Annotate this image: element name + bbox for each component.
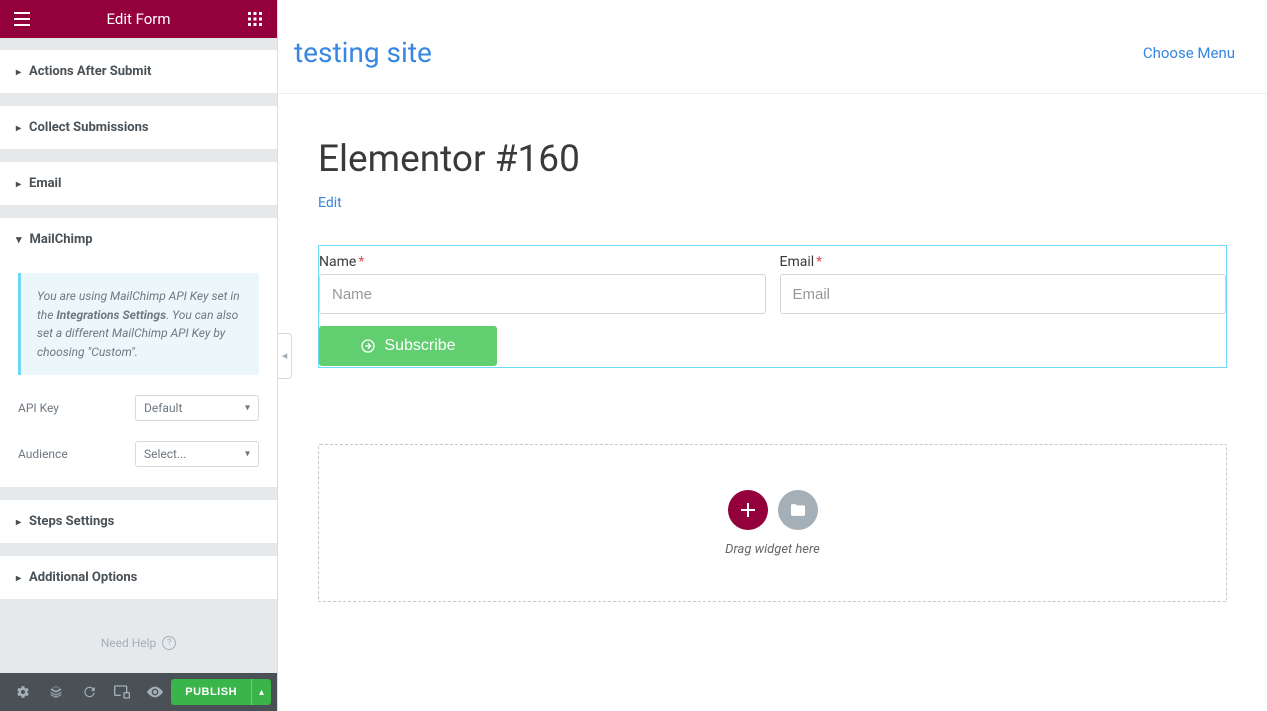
form-widget[interactable]: Name* Email* Subscribe — [318, 245, 1227, 368]
section-mailchimp: MailChimp You are using MailChimp API Ke… — [0, 218, 277, 488]
audience-row: Audience Select... — [18, 441, 259, 467]
header-collect-submissions[interactable]: Collect Submissions — [0, 106, 277, 149]
header-mailchimp[interactable]: MailChimp — [0, 218, 277, 261]
sidebar-collapse-handle[interactable]: ◂ — [278, 333, 292, 379]
menu-icon[interactable] — [10, 7, 34, 31]
body-mailchimp: You are using MailChimp API Key set in t… — [0, 261, 277, 487]
drop-zone-text: Drag widget here — [725, 542, 820, 557]
name-label: Name* — [319, 254, 766, 270]
label-mailchimp: MailChimp — [30, 232, 93, 247]
subscribe-label: Subscribe — [384, 337, 455, 355]
page-title: Elementor #160 — [318, 138, 1227, 181]
chevron-right-icon — [16, 176, 21, 191]
form-field-email: Email* — [780, 254, 1227, 314]
name-input[interactable] — [319, 274, 766, 314]
info-bold: Integrations Settings — [56, 308, 166, 322]
name-label-text: Name — [319, 254, 356, 270]
form-field-name: Name* — [319, 254, 766, 314]
header-steps-settings[interactable]: Steps Settings — [0, 500, 277, 543]
add-section-button[interactable] — [728, 490, 768, 530]
drop-zone[interactable]: Drag widget here — [318, 444, 1227, 602]
subscribe-button[interactable]: Subscribe — [319, 326, 497, 366]
label-collect-submissions: Collect Submissions — [29, 120, 149, 135]
audience-select[interactable]: Select... — [135, 441, 259, 467]
responsive-icon[interactable] — [105, 673, 138, 711]
preview-icon[interactable] — [138, 673, 171, 711]
sidebar-title: Edit Form — [34, 10, 243, 28]
chevron-right-icon — [16, 64, 21, 79]
preview-area: testing site Choose Menu Elementor #160 … — [278, 0, 1267, 711]
need-help-label: Need Help — [101, 636, 157, 650]
mailchimp-info-box: You are using MailChimp API Key set in t… — [18, 273, 259, 375]
label-additional-options: Additional Options — [29, 570, 137, 585]
email-label-text: Email — [780, 254, 815, 270]
api-key-value: Default — [144, 401, 182, 415]
template-library-button[interactable] — [778, 490, 818, 530]
chevron-down-icon — [16, 232, 22, 247]
chevron-right-icon — [16, 570, 21, 585]
header-actions-after-submit[interactable]: Actions After Submit — [0, 50, 277, 93]
chevron-right-icon — [16, 120, 21, 135]
api-key-label: API Key — [18, 401, 59, 415]
label-actions-after-submit: Actions After Submit — [29, 64, 151, 79]
audience-label: Audience — [18, 447, 68, 461]
audience-value: Select... — [144, 447, 186, 461]
email-label: Email* — [780, 254, 1227, 270]
navigator-icon[interactable] — [39, 673, 72, 711]
publish-button[interactable]: PUBLISH — [171, 679, 251, 705]
required-asterisk: * — [816, 254, 822, 270]
section-steps-settings: Steps Settings — [0, 500, 277, 544]
help-icon: ? — [162, 636, 176, 650]
chevron-right-icon — [16, 514, 21, 529]
header-email[interactable]: Email — [0, 162, 277, 205]
email-input[interactable] — [780, 274, 1227, 314]
section-email: Email — [0, 162, 277, 206]
api-key-row: API Key Default — [18, 395, 259, 421]
publish-options-button[interactable] — [251, 679, 271, 705]
preview-header: testing site Choose Menu — [278, 12, 1267, 94]
settings-icon[interactable] — [6, 673, 39, 711]
sidebar-header: Edit Form — [0, 0, 277, 38]
section-additional-options: Additional Options — [0, 556, 277, 600]
section-actions-after-submit: Actions After Submit — [0, 50, 277, 94]
choose-menu-link[interactable]: Choose Menu — [1143, 44, 1235, 62]
drop-actions — [728, 490, 818, 530]
sidebar-footer: PUBLISH — [0, 673, 277, 711]
history-icon[interactable] — [72, 673, 105, 711]
section-collect-submissions: Collect Submissions — [0, 106, 277, 150]
elementor-sidebar: Edit Form Actions After Submit Collect S… — [0, 0, 278, 711]
label-steps-settings: Steps Settings — [29, 514, 114, 529]
apps-grid-icon[interactable] — [243, 7, 267, 31]
required-asterisk: * — [358, 254, 364, 270]
page-main: Elementor #160 Edit Name* Email* — [278, 94, 1267, 642]
header-additional-options[interactable]: Additional Options — [0, 556, 277, 599]
site-title[interactable]: testing site — [294, 36, 432, 69]
publish-group: PUBLISH — [171, 679, 271, 705]
edit-link[interactable]: Edit — [318, 195, 342, 211]
api-key-select[interactable]: Default — [135, 395, 259, 421]
sidebar-content: Actions After Submit Collect Submissions… — [0, 38, 277, 673]
label-email: Email — [29, 176, 61, 191]
need-help[interactable]: Need Help ? — [0, 600, 277, 673]
